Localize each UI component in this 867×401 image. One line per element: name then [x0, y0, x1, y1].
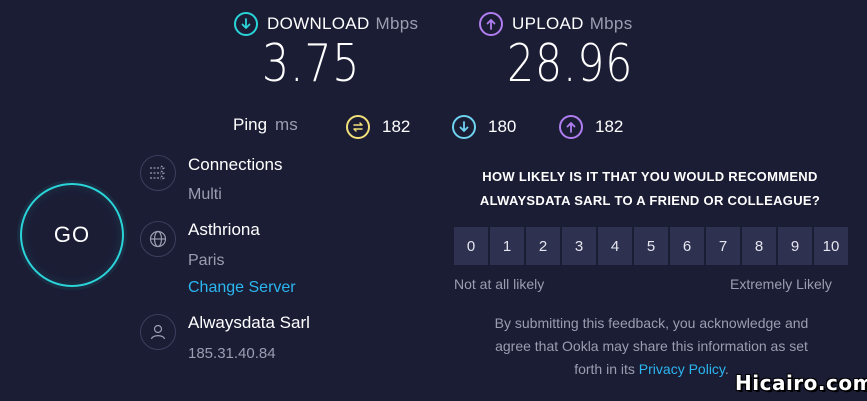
- scale-option-3[interactable]: 3: [562, 227, 596, 265]
- ping-label: Ping: [233, 115, 268, 134]
- watermark: Hicairo.com: [735, 371, 867, 395]
- server-location: Paris: [188, 252, 225, 269]
- ping-upload: 182: [559, 115, 623, 139]
- ping-download-icon: [452, 115, 476, 139]
- upload-speed-value: 28.96: [507, 34, 634, 94]
- scale-option-5[interactable]: 5: [634, 227, 668, 265]
- scale-option-10[interactable]: 10: [814, 227, 848, 265]
- upload-arrow-icon: [479, 12, 503, 36]
- scale-option-4[interactable]: 4: [598, 227, 632, 265]
- connections-icon: [140, 155, 176, 191]
- scale-option-7[interactable]: 7: [706, 227, 740, 265]
- scale-option-0[interactable]: 0: [454, 227, 488, 265]
- download-header: DOWNLOAD Mbps: [234, 12, 418, 36]
- survey-question: HOW LIKELY IS IT THAT YOU WOULD RECOMMEN…: [440, 165, 860, 213]
- upload-label: UPLOAD: [512, 14, 584, 33]
- ping-upload-value: 182: [595, 117, 624, 136]
- download-arrow-icon: [234, 12, 258, 36]
- disclaimer-line1: By submitting this feedback, you acknowl…: [494, 315, 809, 331]
- go-button[interactable]: GO: [20, 183, 124, 287]
- ping-download: 180: [452, 115, 516, 139]
- user-icon: [140, 314, 176, 350]
- download-unit: Mbps: [375, 14, 419, 33]
- disclaimer-suffix: .: [724, 361, 729, 377]
- upload-header: UPLOAD Mbps: [479, 12, 633, 36]
- host-name: Alwaysdata Sarl: [188, 313, 310, 332]
- connections-value: Multi: [188, 186, 222, 203]
- server-name: Asthriona: [188, 220, 260, 239]
- scale-option-6[interactable]: 6: [670, 227, 704, 265]
- ping-row: Ping ms: [233, 115, 298, 135]
- change-server-link[interactable]: Change Server: [188, 279, 296, 297]
- ping-idle-icon: [346, 115, 370, 139]
- host-ip: 185.31.40.84: [188, 345, 276, 362]
- disclaimer-line3-prefix: forth in its: [574, 361, 639, 377]
- download-label: DOWNLOAD: [267, 14, 370, 33]
- survey-question-line2: ALWAYSDATA SARL TO A FRIEND OR COLLEAGUE…: [479, 193, 821, 208]
- scale-high-label: Extremely Likely: [730, 276, 832, 292]
- ping-unit: ms: [275, 115, 298, 134]
- survey-question-line1: HOW LIKELY IS IT THAT YOU WOULD RECOMMEN…: [482, 169, 818, 184]
- scale-option-8[interactable]: 8: [742, 227, 776, 265]
- scale-option-1[interactable]: 1: [490, 227, 524, 265]
- recommend-scale: 0 1 2 3 4 5 6 7 8 9 10: [454, 227, 848, 265]
- globe-icon: [140, 221, 176, 257]
- ping-download-value: 180: [488, 117, 517, 136]
- scale-low-label: Not at all likely: [454, 276, 545, 292]
- go-button-label: GO: [53, 222, 91, 247]
- connections-title: Connections: [188, 155, 283, 174]
- disclaimer-line2: agree that Ookla may share this informat…: [495, 338, 808, 354]
- download-speed-value: 3.75: [262, 34, 361, 94]
- ping-idle-value: 182: [382, 117, 411, 136]
- privacy-policy-link[interactable]: Privacy Policy: [639, 361, 725, 377]
- scale-option-2[interactable]: 2: [526, 227, 560, 265]
- upload-unit: Mbps: [589, 14, 633, 33]
- ping-upload-icon: [559, 115, 583, 139]
- ping-idle: 182: [346, 115, 410, 139]
- scale-option-9[interactable]: 9: [778, 227, 812, 265]
